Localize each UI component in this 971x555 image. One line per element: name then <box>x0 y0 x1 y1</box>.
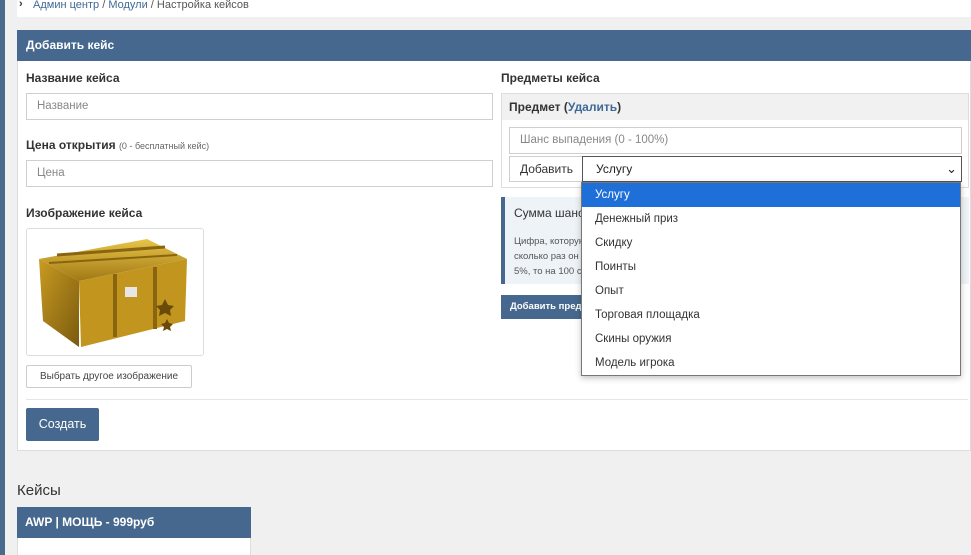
left-accent-bar <box>0 0 5 555</box>
case-name-input[interactable]: Название <box>26 93 493 120</box>
item-title: Предмет <box>509 100 561 114</box>
dropdown-option[interactable]: Торговая площадка <box>582 303 960 327</box>
info-line: 5%, то на 100 с <box>514 266 582 277</box>
breadcrumb-separator: / <box>150 0 154 11</box>
breadcrumb: › Админ центр / Модули / Настройка кейсо… <box>17 0 971 17</box>
item-type-selected: Услугу <box>596 162 633 176</box>
price-label-text: Цена открытия <box>26 138 116 152</box>
item-block: Предмет (Удалить) Шанс выпадения (0 - 10… <box>501 93 969 188</box>
item-type-select[interactable]: Услугу ⌄ <box>582 156 962 182</box>
case-name-label: Название кейса <box>26 71 120 85</box>
breadcrumb-modules[interactable]: Модули <box>108 0 147 11</box>
divider <box>26 399 968 400</box>
panel-title: Добавить кейс <box>17 30 971 61</box>
drop-chance-input[interactable]: Шанс выпадения (0 - 100%) <box>509 127 962 154</box>
dropdown-option[interactable]: Услугу <box>582 183 960 207</box>
case-card: AWP | МОЩЬ - 999руб <box>17 507 251 555</box>
delete-item-link[interactable]: Удалить <box>568 100 617 114</box>
case-items-label: Предметы кейса <box>501 71 600 85</box>
change-image-button[interactable]: Выбрать другое изображение <box>26 365 192 388</box>
crate-icon <box>39 239 187 347</box>
dropdown-option[interactable]: Скидку <box>582 231 960 255</box>
add-type-label: Добавить <box>509 156 583 182</box>
case-image <box>26 228 204 356</box>
case-card-title[interactable]: AWP | МОЩЬ - 999руб <box>17 507 251 538</box>
dropdown-option[interactable]: Опыт <box>582 279 960 303</box>
cases-title: Кейсы <box>17 482 61 499</box>
breadcrumb-current: Настройка кейсов <box>156 0 249 11</box>
breadcrumb-admin-center[interactable]: Админ центр <box>33 0 99 11</box>
price-hint: (0 - бесплатный кейс) <box>118 141 210 151</box>
dropdown-option[interactable]: Денежный приз <box>582 207 960 231</box>
dropdown-option[interactable]: Поинты <box>582 255 960 279</box>
dropdown-option[interactable]: Скины оружия <box>582 327 960 351</box>
dropdown-option[interactable]: Модель игрока <box>582 351 960 375</box>
item-type-dropdown[interactable]: Услугу Денежный приз Скидку Поинты Опыт … <box>581 182 961 376</box>
info-text: Цифра, которую сколько раз он 5%, то на … <box>514 234 584 279</box>
info-line: сколько раз он <box>514 251 579 262</box>
price-input[interactable]: Цена <box>26 160 493 187</box>
chevron-down-icon: ⌄ <box>946 161 957 176</box>
price-label: Цена открытия (0 - бесплатный кейс) <box>26 138 209 152</box>
chevron-right-icon: › <box>19 0 23 10</box>
item-header: Предмет (Удалить) <box>502 94 968 120</box>
case-image-label: Изображение кейса <box>26 206 143 220</box>
breadcrumb-separator: / <box>102 0 106 11</box>
info-line: Цифра, которую <box>514 236 584 247</box>
create-button[interactable]: Создать <box>26 408 99 441</box>
